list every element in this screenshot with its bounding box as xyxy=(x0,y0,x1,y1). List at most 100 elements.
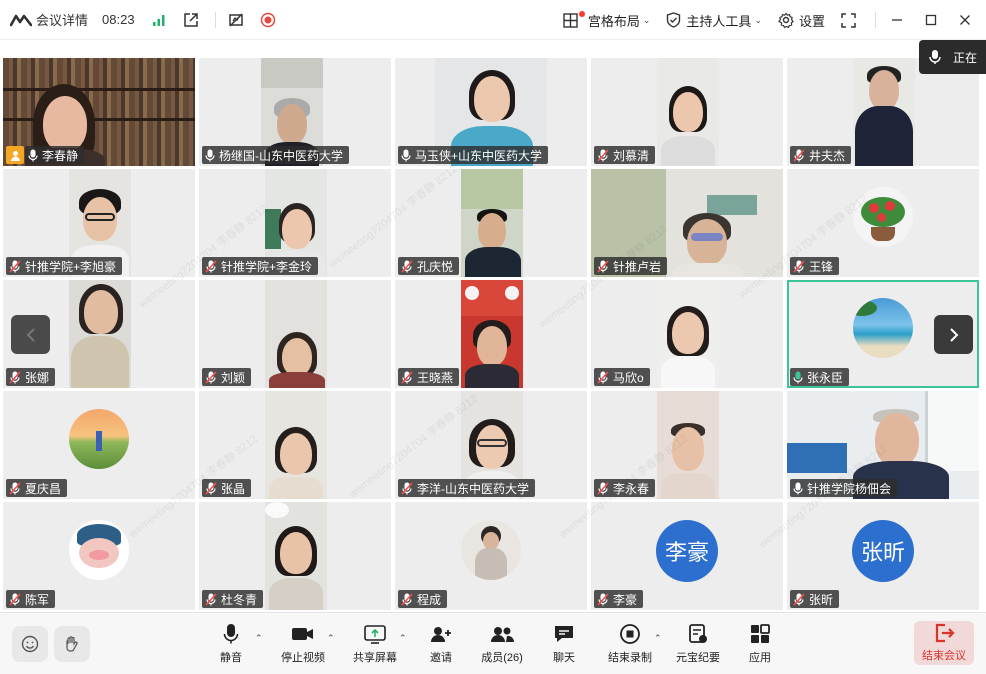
gear-icon xyxy=(778,12,794,28)
chat-button[interactable]: 聊天 xyxy=(534,623,594,667)
mute-options-caret[interactable]: ⌃ xyxy=(255,633,263,644)
participant-tile[interactable]: 程成 xyxy=(395,502,587,610)
settings-label: 设置 xyxy=(798,13,825,29)
participant-name-label: 井夫杰 xyxy=(790,146,852,164)
profile-picture xyxy=(461,520,521,580)
grid-layout-label: 宫格布局 xyxy=(587,13,640,29)
minimize-button[interactable] xyxy=(880,0,914,40)
mute-button[interactable]: 静音 xyxy=(201,623,261,667)
participant-tile[interactable]: 井夫杰 xyxy=(787,58,979,166)
participant-tile[interactable]: 孔庆悦 xyxy=(395,169,587,277)
participant-tile[interactable]: 刘颖 xyxy=(199,280,391,388)
stop-video-button[interactable]: 停止视频 xyxy=(273,623,333,667)
fullscreen-button[interactable] xyxy=(841,12,861,28)
participant-name-label: 李春静 xyxy=(25,146,85,164)
microphone-muted-icon xyxy=(597,148,609,162)
grid-layout-button[interactable]: 宫格布局 ⌄ xyxy=(563,10,650,30)
participant-name-label: 李洋-山东中医药大学 xyxy=(398,479,535,497)
chevron-left-icon xyxy=(26,327,35,342)
share-options-caret[interactable]: ⌃ xyxy=(399,633,407,644)
meeting-details-link[interactable]: 会议详情 xyxy=(36,10,88,29)
notes-icon xyxy=(689,624,707,643)
participant-tile[interactable]: 针推学院杨佃会 xyxy=(787,391,979,499)
settings-button[interactable]: 设置 xyxy=(778,11,825,30)
microphone-icon xyxy=(28,149,38,161)
participant-tile[interactable]: 马欣o xyxy=(591,280,783,388)
raise-hand-button[interactable] xyxy=(54,626,90,662)
participant-tile[interactable]: 夏庆昌 xyxy=(3,391,195,499)
microphone-icon xyxy=(205,149,215,161)
participant-name: 李春静 xyxy=(42,148,79,163)
participant-name: 王锋 xyxy=(809,259,834,274)
participant-name: 马欣o xyxy=(613,370,644,385)
share-screen-button[interactable]: 共享屏幕 xyxy=(345,623,405,667)
participant-tile[interactable]: 杨继国-山东中医药大学 xyxy=(199,58,391,166)
participant-tile[interactable]: 李豪 李豪 xyxy=(591,502,783,610)
participant-tile[interactable]: 刘慕清 xyxy=(591,58,783,166)
end-recording-button[interactable]: 结束录制 xyxy=(600,623,660,667)
participant-name: 井夫杰 xyxy=(809,148,846,163)
minimize-icon xyxy=(892,19,902,21)
reaction-button[interactable] xyxy=(12,626,48,662)
yuanbao-notes-button[interactable]: 元宝纪要 xyxy=(668,623,728,667)
recording-options-caret[interactable]: ⌃ xyxy=(654,633,662,644)
microphone-muted-icon xyxy=(401,592,413,606)
participant-name: 李豪 xyxy=(613,592,638,607)
speaking-indicator[interactable]: 正在 xyxy=(919,40,986,74)
participant-name: 针推学院+李旭豪 xyxy=(25,259,117,274)
participant-tile[interactable]: 针推学院+李金玲 xyxy=(199,169,391,277)
microphone-muted-icon xyxy=(597,370,609,384)
participant-tile[interactable]: 王锋 xyxy=(787,169,979,277)
previous-page-button[interactable] xyxy=(11,315,50,354)
chevron-right-icon xyxy=(949,327,958,342)
participant-name-label: 针推学院+李金玲 xyxy=(202,257,319,275)
video-grid: 李春静 杨继国-山东中医药大学 马玉侠+山东中医药大学 刘慕清 井夫杰 针推学院… xyxy=(3,58,981,611)
apps-button[interactable]: 应用 xyxy=(730,623,790,667)
participant-name: 杜冬青 xyxy=(221,592,258,607)
microphone-muted-icon xyxy=(9,370,21,384)
add-person-icon xyxy=(431,627,451,642)
participant-tile[interactable]: 王晓燕 xyxy=(395,280,587,388)
participant-name-label: 张永臣 xyxy=(790,368,850,386)
host-badge-icon xyxy=(6,146,24,164)
participant-tile[interactable]: 针推学院+李旭豪 xyxy=(3,169,195,277)
microphone-icon xyxy=(223,624,239,644)
participant-tile[interactable]: 陈军 xyxy=(3,502,195,610)
participant-tile[interactable]: 张晶 xyxy=(199,391,391,499)
participant-name-label: 程成 xyxy=(398,590,448,608)
profile-picture xyxy=(69,409,129,469)
participant-name: 夏庆昌 xyxy=(25,481,62,496)
meeting-window: 会议详情 08:23 宫格布局 ⌄ 主持人工具 ⌄ 设置 正在 李春静 杨继国-… xyxy=(0,0,986,674)
microphone-muted-icon xyxy=(9,259,21,273)
video-feed xyxy=(461,280,523,388)
pop-out-icon[interactable] xyxy=(181,10,201,30)
participant-name: 杨继国-山东中医药大学 xyxy=(219,148,343,163)
annotation-off-icon[interactable] xyxy=(226,10,246,30)
close-button[interactable] xyxy=(948,0,982,40)
participant-tile[interactable]: 李永春 xyxy=(591,391,783,499)
bottom-toolbar: 静音 ⌃ 停止视频 ⌃ 共享屏幕 ⌃ 邀请 成员(26) 聊天 结束录制 ⌃ 元… xyxy=(0,612,986,674)
participant-name: 针推学院杨佃会 xyxy=(807,481,892,496)
participant-tile[interactable]: 针推卢岩 xyxy=(591,169,783,277)
participant-name-label: 张晶 xyxy=(202,479,252,497)
next-page-button[interactable] xyxy=(934,315,973,354)
participant-name-label: 孔庆悦 xyxy=(398,257,460,275)
participant-tile[interactable]: 张昕 张昕 xyxy=(787,502,979,610)
host-tools-button[interactable]: 主持人工具 ⌄ xyxy=(666,11,762,30)
maximize-button[interactable] xyxy=(914,0,948,40)
video-options-caret[interactable]: ⌃ xyxy=(327,633,335,644)
grid-layout-icon xyxy=(563,10,585,28)
invite-button[interactable]: 邀请 xyxy=(411,623,471,667)
signal-strength-icon[interactable] xyxy=(149,10,169,30)
participant-tile[interactable]: 李春静 xyxy=(3,58,195,166)
participant-name: 李永春 xyxy=(613,481,650,496)
participant-tile[interactable]: 马玉侠+山东中医药大学 xyxy=(395,58,587,166)
video-feed xyxy=(69,280,131,388)
participant-name: 张昕 xyxy=(809,592,834,607)
participant-tile[interactable]: 李洋-山东中医药大学 xyxy=(395,391,587,499)
participant-tile[interactable]: 杜冬青 xyxy=(199,502,391,610)
members-button[interactable]: 成员(26) xyxy=(472,623,532,667)
end-meeting-button[interactable]: 结束会议 xyxy=(914,621,974,665)
recording-indicator-icon[interactable] xyxy=(258,10,278,30)
end-recording-label: 结束录制 xyxy=(608,652,652,664)
